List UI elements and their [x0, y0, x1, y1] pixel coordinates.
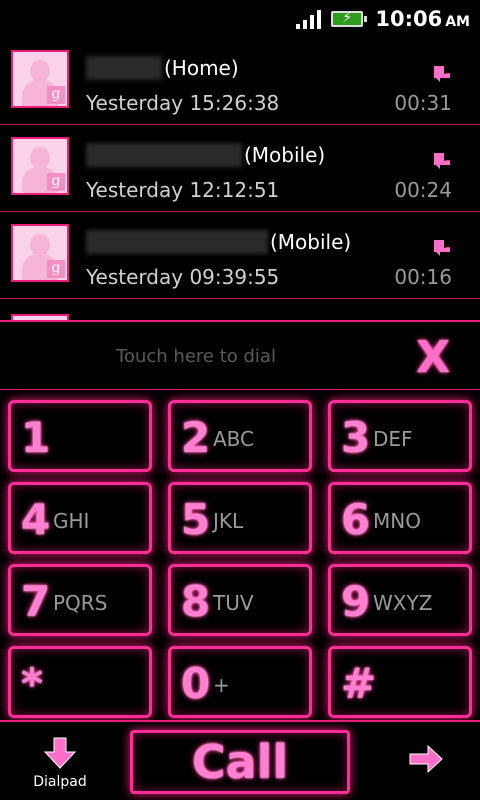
- key-digit: 4: [21, 495, 51, 544]
- key-9[interactable]: 9 WXYZ: [328, 564, 472, 636]
- number-type-label: (Home): [164, 56, 239, 80]
- key-1[interactable]: 1: [8, 400, 152, 472]
- key-digit: 7: [21, 577, 51, 626]
- bottom-action-bar: Dialpad Call: [0, 720, 480, 800]
- redacted-name: [86, 56, 162, 80]
- key-0[interactable]: 0 +: [168, 646, 312, 718]
- redacted-name: [86, 230, 268, 254]
- key-letters: ABC: [213, 427, 255, 451]
- key-letters: TUV: [213, 591, 254, 615]
- key-8[interactable]: 8 TUV: [168, 564, 312, 636]
- right-arrow-icon: [409, 744, 443, 774]
- key-pound[interactable]: #: [328, 646, 472, 718]
- key-letters: JKL: [213, 509, 244, 533]
- status-clock: 10:06 AM: [375, 7, 470, 31]
- key-digit: 0: [181, 659, 211, 708]
- key-2[interactable]: 2 ABC: [168, 400, 312, 472]
- key-digit: 6: [341, 495, 371, 544]
- backspace-button[interactable]: X: [416, 332, 450, 383]
- dialpad-toggle-button[interactable]: Dialpad: [18, 736, 102, 796]
- key-digit: 3: [341, 413, 371, 462]
- key-digit: 1: [21, 413, 51, 462]
- avatar-head: [30, 147, 50, 169]
- key-letters: WXYZ: [373, 591, 433, 615]
- incoming-call-icon: [434, 240, 450, 256]
- battery-icon: ⚡: [331, 10, 368, 27]
- call-duration: 00:24: [394, 178, 452, 202]
- clock-ampm: AM: [445, 14, 470, 30]
- down-arrow-icon: [43, 737, 77, 769]
- call-duration: 00:31: [394, 91, 452, 115]
- contact-avatar[interactable]: g: [11, 137, 69, 195]
- dial-keypad: 1 2 ABC 3 DEF 4 GHI 5 JKL 6 MNO 7 PQRS 8…: [0, 392, 480, 722]
- call-timestamp: Yesterday 12:12:51: [86, 178, 280, 202]
- google-badge-icon: g: [47, 173, 65, 191]
- key-letters: PQRS: [53, 591, 108, 615]
- key-letters: +: [213, 673, 230, 697]
- call-log-list[interactable]: g (Home) Yesterday 15:26:38 00:31 g (Mob…: [0, 38, 480, 320]
- key-star[interactable]: *: [8, 646, 152, 718]
- contact-avatar[interactable]: g: [11, 50, 69, 108]
- incoming-call-icon: [434, 153, 450, 169]
- number-type-label: (Mobile): [270, 230, 352, 254]
- key-4[interactable]: 4 GHI: [8, 482, 152, 554]
- key-6[interactable]: 6 MNO: [328, 482, 472, 554]
- avatar-head: [30, 60, 50, 82]
- dialpad-label: Dialpad: [33, 774, 87, 790]
- contact-name: (Mobile): [86, 143, 325, 167]
- google-badge-icon: g: [47, 86, 65, 104]
- key-digit: *: [21, 659, 43, 708]
- key-digit: 8: [181, 577, 211, 626]
- redacted-name: [86, 143, 242, 167]
- call-log-row[interactable]: g (Mobile) Yesterday 09:39:55 00:16: [0, 212, 480, 299]
- dial-input-bar[interactable]: Touch here to dial X: [0, 320, 480, 390]
- call-timestamp: Yesterday 15:26:38: [86, 91, 280, 115]
- contact-avatar[interactable]: g: [11, 224, 69, 282]
- dial-input-placeholder[interactable]: Touch here to dial: [0, 346, 392, 367]
- google-badge-icon: g: [47, 260, 65, 278]
- key-letters: GHI: [53, 509, 90, 533]
- key-digit: 5: [181, 495, 211, 544]
- signal-icon: [296, 9, 322, 29]
- incoming-call-icon: [434, 66, 450, 82]
- key-7[interactable]: 7 PQRS: [8, 564, 152, 636]
- contact-name: (Mobile): [86, 230, 351, 254]
- call-log-row[interactable]: g (Mobile) Yesterday 12:12:51 00:24: [0, 125, 480, 212]
- key-3[interactable]: 3 DEF: [328, 400, 472, 472]
- call-log-row[interactable]: g (Home) Yesterday 15:26:38 00:31: [0, 38, 480, 125]
- key-5[interactable]: 5 JKL: [168, 482, 312, 554]
- number-type-label: (Mobile): [244, 143, 326, 167]
- call-button[interactable]: Call: [130, 730, 350, 794]
- call-duration: 00:16: [394, 265, 452, 289]
- key-letters: MNO: [373, 509, 421, 533]
- avatar-head: [30, 234, 50, 256]
- key-digit: 2: [181, 413, 211, 462]
- call-timestamp: Yesterday 09:39:55: [86, 265, 280, 289]
- key-digit: 9: [341, 577, 371, 626]
- next-button[interactable]: [408, 744, 444, 774]
- key-letters: DEF: [373, 427, 413, 451]
- status-bar: ⚡ 10:06 AM: [0, 0, 480, 38]
- contact-name: (Home): [86, 56, 239, 80]
- clock-time: 10:06: [375, 7, 443, 31]
- key-digit: #: [341, 659, 377, 708]
